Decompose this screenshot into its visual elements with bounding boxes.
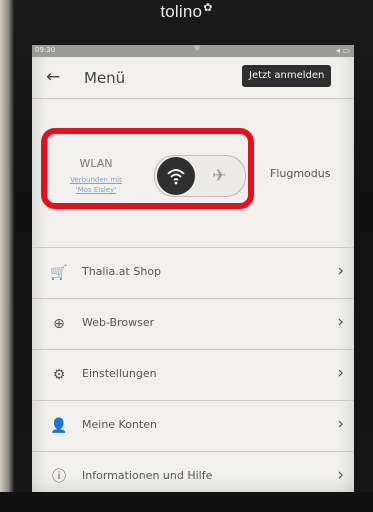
annotation-highlight-box (41, 128, 254, 209)
ereader-device: tolino✿ 09:30 ☼ ◂ ▭ ← Menü Jetzt anmelde… (0, 0, 373, 512)
menu-item-settings[interactable]: ⚙ Einstellungen › (32, 350, 354, 401)
menu-item-web-browser[interactable]: ⊕ Web-Browser › (32, 299, 354, 350)
status-bar: 09:30 ☼ ◂ ▭ (32, 45, 354, 57)
device-bezel (0, 0, 14, 512)
menu-item-label: Einstellungen (82, 367, 157, 380)
chevron-right-icon: › (337, 261, 344, 281)
globe-icon: ⊕ (53, 316, 65, 332)
device-bottom-bezel (0, 492, 373, 512)
sun-icon[interactable]: ☼ (193, 45, 201, 54)
brand-name: tolino (160, 2, 203, 21)
menu-header: ← Menü Jetzt anmelden (32, 57, 354, 99)
chevron-right-icon: › (337, 414, 344, 434)
menu-item-label: Meine Konten (82, 418, 157, 431)
menu-item-shop[interactable]: 🛒 Thalia.at Shop › (32, 248, 354, 299)
user-icon: 👤 (50, 418, 68, 434)
brand-mark-icon: ✿ (203, 2, 213, 14)
battery-icon: ◂ ▭ (335, 46, 350, 55)
chevron-right-icon: › (337, 465, 344, 485)
status-time: 09:30 (35, 46, 56, 54)
login-button[interactable]: Jetzt anmelden (242, 65, 332, 87)
menu-item-accounts[interactable]: 👤 Meine Konten › (32, 401, 354, 452)
screen: 09:30 ☼ ◂ ▭ ← Menü Jetzt anmelden WLAN V… (32, 45, 354, 492)
back-arrow-icon[interactable]: ← (46, 67, 60, 87)
menu-item-label: Web-Browser (82, 316, 155, 329)
menu-item-info-help[interactable]: ⓘ Informationen und Hilfe › (32, 452, 354, 492)
menu-item-label: Informationen und Hilfe (82, 469, 213, 482)
shopping-cart-icon: 🛒 (50, 265, 68, 281)
gear-icon: ⚙ (52, 367, 66, 383)
brand-logo: tolino✿ (0, 2, 373, 22)
info-icon: ⓘ (52, 469, 66, 485)
menu-item-label: Thalia.at Shop (82, 265, 161, 278)
page-title: Menü (84, 69, 126, 87)
chevron-right-icon: › (337, 312, 344, 332)
chevron-right-icon: › (337, 363, 344, 383)
airplane-mode-label: Flugmodus (270, 167, 331, 180)
